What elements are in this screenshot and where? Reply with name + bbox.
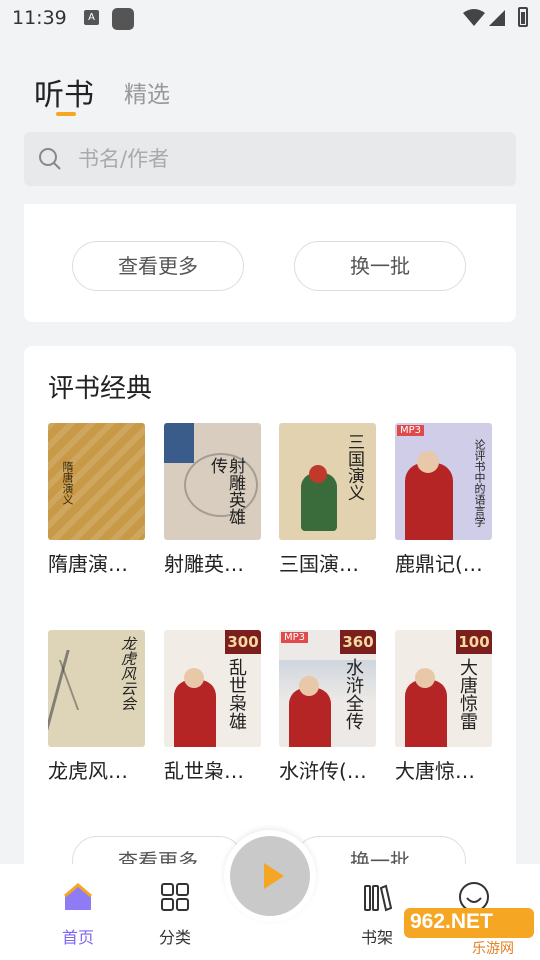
book-title: 鹿鼎记(… [395,552,483,576]
book-cover: 100 大唐惊雷 [395,630,492,747]
section-title: 评书经典 [48,374,153,404]
refresh-batch-button[interactable]: 换一批 [294,241,466,291]
player-button[interactable] [224,830,316,922]
book-cover: MP3 论评书中的语言学 [395,423,492,540]
tab-listen[interactable]: 听书 [34,70,94,114]
nav-home[interactable]: 首页 [48,880,108,948]
status-time: 11:39 [12,7,67,29]
book-item[interactable]: 射雕英雄传 射雕英… [164,423,261,577]
book-cover: 龙虎风云会 [48,630,145,747]
wifi-icon [463,9,485,26]
book-title: 隋唐演… [48,552,128,576]
battery-icon [518,7,528,27]
book-item[interactable]: MP3 论评书中的语言学 鹿鼎记(… [395,423,492,577]
book-title: 龙虎风… [48,759,128,783]
search-input[interactable] [78,132,478,186]
book-item[interactable]: 隋唐演义 隋唐演… [48,423,145,577]
book-cover: MP3 360 水浒全传 [279,630,376,747]
recommend-card: 查看更多 换一批 [24,204,516,322]
nav-bookshelf[interactable]: 书架 [347,880,407,948]
active-tab-indicator [56,112,76,116]
book-title: 大唐惊… [395,759,475,783]
search-bar[interactable] [24,132,516,186]
book-item[interactable]: 100 大唐惊雷 大唐惊… [395,630,492,784]
book-cover: 隋唐演义 [48,423,145,540]
watermark-logo: 962.NET 乐游网 [402,906,536,957]
play-icon [264,863,284,889]
signal-icon [489,10,505,26]
bookshelf-icon [364,884,393,912]
book-title: 水浒传(… [279,759,367,783]
book-title: 乱世枭… [164,759,244,783]
book-cover: 300 乱世枭雄 [164,630,261,747]
home-icon [64,883,92,910]
play-button-disc [230,836,310,916]
book-item[interactable]: 三国演义 三国演… [279,423,376,577]
view-more-button[interactable]: 查看更多 [72,241,244,291]
book-cover: 射雕英雄传 [164,423,261,540]
keyboard-notification-icon: A [84,10,99,25]
book-item[interactable]: MP3 360 水浒全传 水浒传(… [279,630,376,784]
app-notification-icon [112,8,134,30]
nav-category-label: 分类 [158,928,191,947]
grid-icon [161,883,189,911]
book-cover: 三国演义 [279,423,376,540]
book-title: 射雕英… [164,552,244,576]
book-title: 三国演… [279,552,359,576]
tab-featured[interactable]: 精选 [124,75,170,109]
nav-home-label: 首页 [61,928,94,947]
nav-category[interactable]: 分类 [145,880,205,948]
search-icon [39,148,61,170]
nav-bookshelf-label: 书架 [360,928,393,947]
book-item[interactable]: 龙虎风云会 龙虎风… [48,630,145,784]
status-bar: 11:39 A [0,0,540,38]
book-item[interactable]: 300 乱世枭雄 乱世枭… [164,630,261,784]
